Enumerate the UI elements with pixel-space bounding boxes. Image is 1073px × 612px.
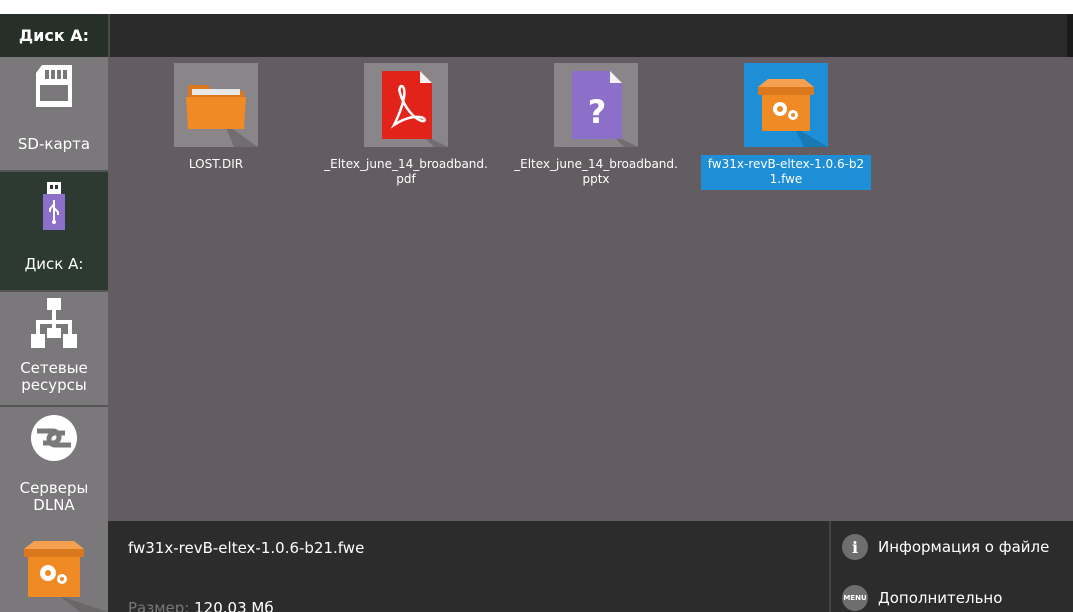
pdf-icon — [364, 63, 448, 147]
top-bar-divider — [108, 14, 110, 57]
file-name: _Eltex_june_14_broadband.pdf — [324, 157, 488, 186]
more-options-button[interactable]: MENU Дополнительно — [842, 583, 1002, 612]
package-icon — [744, 63, 828, 147]
network-icon — [0, 298, 108, 350]
folder-icon — [174, 63, 258, 147]
file-manager-screen: Диск А: SD-карта Диск А: Сетевые ресурсы… — [0, 14, 1073, 612]
sidebar-item-label: SD-карта — [17, 135, 91, 153]
sidebar-item-dlna[interactable]: Серверы DLNA — [0, 407, 108, 521]
info-icon: i — [842, 534, 868, 560]
details-divider — [829, 521, 831, 612]
file-name: LOST.DIR — [188, 157, 244, 171]
file-details-panel: fw31x-revB-eltex-1.0.6-b21.fwe Размер: 1… — [0, 521, 1073, 612]
selected-file-size: Размер: 120.03 Мб — [128, 599, 274, 612]
sidebar: SD-карта Диск А: Сетевые ресурсы Серверы… — [0, 57, 108, 521]
sidebar-item-disk-a[interactable]: Диск А: — [0, 172, 108, 290]
file-name: _Eltex_june_14_broadband.pptx — [514, 157, 678, 186]
size-value: 120.03 Мб — [194, 599, 274, 612]
menu-key-icon: MENU — [842, 585, 868, 611]
sidebar-item-label: Серверы DLNA — [19, 479, 89, 514]
svg-text:?: ? — [588, 93, 607, 131]
sidebar-item-label: Сетевые ресурсы — [20, 359, 88, 394]
sidebar-item-sd-card[interactable]: SD-карта — [0, 57, 108, 170]
sidebar-item-label: Диск А: — [24, 255, 84, 273]
selected-file-thumbnail — [0, 521, 108, 612]
top-bar: Диск А: — [0, 14, 1073, 57]
top-bar-edge — [1067, 14, 1073, 57]
sidebar-item-network[interactable]: Сетевые ресурсы — [0, 292, 108, 405]
file-name: fw31x-revB-eltex-1.0.6-b21.fwe — [701, 155, 871, 190]
file-info-label: Информация о файле — [878, 538, 1050, 556]
usb-drive-icon — [0, 182, 108, 232]
more-options-label: Дополнительно — [878, 589, 1003, 607]
sd-card-icon — [0, 63, 108, 111]
current-location-title: Диск А: — [0, 14, 108, 57]
file-info-button[interactable]: i Информация о файле — [842, 532, 1049, 562]
selected-file-name: fw31x-revB-eltex-1.0.6-b21.fwe — [128, 539, 365, 557]
size-label: Размер: — [128, 599, 190, 612]
dlna-icon — [0, 413, 108, 463]
unknown-file-icon: ? — [554, 63, 638, 147]
